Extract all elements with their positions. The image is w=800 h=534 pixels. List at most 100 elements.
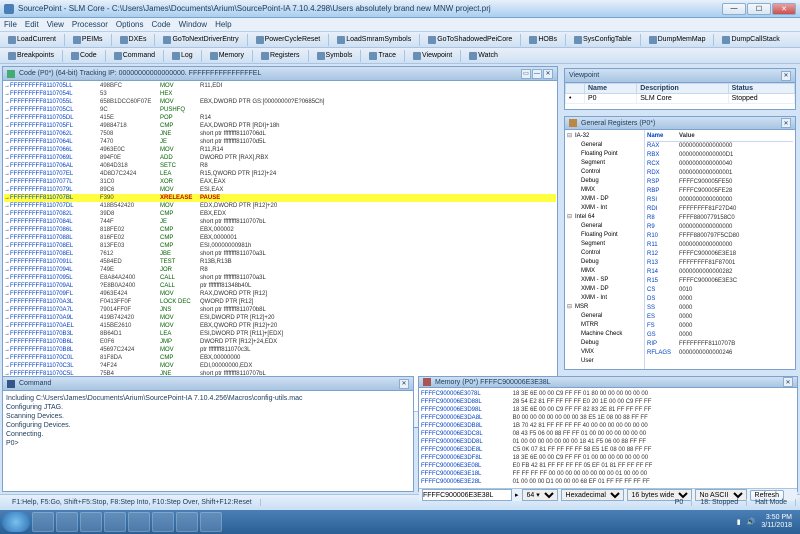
reg-category[interactable]: User: [567, 357, 642, 366]
reg-category[interactable]: Debug: [567, 177, 642, 186]
code-row[interactable]: →FFFFFFFFF81107064L 7470 JE short ptr ff…: [4, 138, 556, 146]
reg-category[interactable]: Control: [567, 249, 642, 258]
reg-category[interactable]: XMM - DP: [567, 285, 642, 294]
reg-category[interactable]: General: [567, 222, 642, 231]
code-row[interactable]: →FFFFFFFFF811070B6L E0F6 JMP DWORD PTR […: [4, 338, 556, 346]
code-row[interactable]: →FFFFFFFFF8110708EL 7612 JBE short ptr f…: [4, 250, 556, 258]
memory-row[interactable]: FFFFC900006E3DA8L B0 00 00 00 00 00 00 0…: [421, 414, 795, 422]
code-row[interactable]: →FFFFFFFFF81107062L 7508 JNE short ptr f…: [4, 130, 556, 138]
register-row[interactable]: RAX0000000000000000: [647, 142, 793, 151]
toolbar-sysconfigtable[interactable]: SysConfigTable: [570, 34, 636, 46]
vp-col[interactable]: [566, 84, 585, 94]
menu-help[interactable]: Help: [215, 20, 231, 29]
panel-close-icon[interactable]: ✕: [781, 118, 791, 128]
viewpoint-table[interactable]: NameDescriptionStatus•P0SLM CoreStopped: [565, 83, 795, 104]
panel-pin-icon[interactable]: ▭: [521, 69, 531, 79]
menu-options[interactable]: Options: [116, 20, 144, 29]
memory-row[interactable]: FFFFC900006E3E18L FF FF FF FF 00 00 00 0…: [421, 470, 795, 478]
code-row[interactable]: →FFFFFFFFF81107091L 4584ED TEST R13B,R13…: [4, 258, 556, 266]
toolbar-peims[interactable]: PEIMs: [69, 34, 107, 46]
menu-code[interactable]: Code: [151, 20, 170, 29]
reg-category[interactable]: Machine Check: [567, 330, 642, 339]
reg-category[interactable]: VMX: [567, 348, 642, 357]
task-item[interactable]: [176, 512, 198, 532]
toolbar-hobs[interactable]: HOBs: [525, 34, 561, 46]
memory-dump[interactable]: FFFFC900006E3078L 18 3E 6E 00 00 C9 FF F…: [419, 388, 797, 488]
command-output[interactable]: Including C:\Users\James\Documents\Arium…: [3, 391, 413, 491]
code-row[interactable]: →FFFFFFFFF8110708EL 813FE03 CMP ESI,0000…: [4, 242, 556, 250]
register-row[interactable]: RBPFFFFC900005FE28: [647, 187, 793, 196]
code-row[interactable]: →FFFFFFFFF81107079L 89C6 MOV ESI,EAX: [4, 186, 556, 194]
reg-category[interactable]: General: [567, 141, 642, 150]
reg-category[interactable]: Control: [567, 168, 642, 177]
windows-taskbar[interactable]: ▮ 🔊 3:50 PM 3/11/2018: [0, 510, 800, 534]
register-row[interactable]: R13FFFFFFFF81F87001: [647, 259, 793, 268]
code-row[interactable]: →FFFFFFFFF8110707EL 4D8D7C2424 LEA R15,Q…: [4, 170, 556, 178]
reg-group[interactable]: IA-32: [567, 132, 642, 141]
code-row[interactable]: →FFFFFFFFF811070A3L F0413FF0F LOCK DEC Q…: [4, 298, 556, 306]
code-row[interactable]: →FFFFFFFFF811070C0L 81F8DA CMP EBX,00000…: [4, 354, 556, 362]
code-row[interactable]: →FFFFFFFFF81107082L 39D8 CMP EBX,EDX: [4, 210, 556, 218]
code-row[interactable]: →FFFFFFFFF81107077L 31C0 XOR EAX,EAX: [4, 178, 556, 186]
toolbar-dxes[interactable]: DXEs: [116, 34, 151, 46]
menu-file[interactable]: File: [4, 20, 17, 29]
code-row[interactable]: →FFFFFFFFF8110705FL 49884718 CMP EAX,DWO…: [4, 122, 556, 130]
register-row[interactable]: R15FFFFC900006E3E3C: [647, 277, 793, 286]
code-row[interactable]: →FFFFFFFFF81107066L 4963E0C MOV R11,R14: [4, 146, 556, 154]
register-row[interactable]: RIPFFFFFFFF8110707B: [647, 340, 793, 349]
menu-window[interactable]: Window: [179, 20, 207, 29]
code-row[interactable]: →FFFFFFFFF81107086L 818FE02 CMP EBX,0000…: [4, 226, 556, 234]
register-row[interactable]: RBX00000000000000D1: [647, 151, 793, 160]
menu-view[interactable]: View: [47, 20, 64, 29]
memory-row[interactable]: FFFFC900006E3DE8L C5 0K 07 81 FF FF FF F…: [421, 446, 795, 454]
task-item[interactable]: [80, 512, 102, 532]
close-button[interactable]: ✕: [772, 3, 796, 15]
panel-close-icon[interactable]: ✕: [543, 69, 553, 79]
reg-category[interactable]: Floating Point: [567, 150, 642, 159]
task-item[interactable]: [128, 512, 150, 532]
registers-tree[interactable]: IA-32GeneralFloating PointSegmentControl…: [565, 130, 645, 369]
reg-category[interactable]: Debug: [567, 339, 642, 348]
tray-network-icon[interactable]: ▮: [737, 518, 741, 526]
code-row[interactable]: →FFFFFFFFF8110705CL 9C PUSHFQ: [4, 106, 556, 114]
vp-row[interactable]: •P0SLM CoreStopped: [566, 94, 795, 104]
reg-category[interactable]: Segment: [567, 159, 642, 168]
code-row[interactable]: →FFFFFFFFF811070B3L 8B64D1 LEA ESI,DWORD…: [4, 330, 556, 338]
reg-category[interactable]: Segment: [567, 240, 642, 249]
reg-category[interactable]: Floating Point: [567, 231, 642, 240]
toolbar-viewpoint[interactable]: Viewpoint: [409, 50, 456, 62]
vp-col[interactable]: Description: [637, 84, 728, 94]
reg-category[interactable]: XMM - Int: [567, 204, 642, 213]
code-row[interactable]: →FFFFFFFFF8110709FL 4963E424 MOV RAX,DWO…: [4, 290, 556, 298]
toolbar-loadsmramsymbols[interactable]: LoadSmramSymbols: [333, 34, 415, 46]
panel-close-icon[interactable]: ✕: [781, 71, 791, 81]
register-row[interactable]: RSPFFFFC900005FE50: [647, 178, 793, 187]
toolbar-gotonextdriverentry[interactable]: GoToNextDriverEntry: [159, 34, 242, 46]
task-item[interactable]: [152, 512, 174, 532]
reg-category[interactable]: MTRR: [567, 321, 642, 330]
task-item[interactable]: [32, 512, 54, 532]
code-row[interactable]: →FFFFFFFFF8110706AL 4084D318 SETC R8: [4, 162, 556, 170]
code-row[interactable]: →FFFFFFFFF8110707BL F390 XRELEASE PAUSE: [4, 194, 556, 202]
toolbar-dumpcallstack[interactable]: DumpCallStack: [718, 34, 783, 46]
code-row[interactable]: →FFFFFFFFF81107095L E8A84A2400 CALL shor…: [4, 274, 556, 282]
toolbar-symbols[interactable]: Symbols: [313, 50, 357, 62]
code-row[interactable]: →FFFFFFFFF8110709AL ?E8B0A2400 CALL ptr …: [4, 282, 556, 290]
memory-row[interactable]: FFFFC900006E3DB8L 1B 70 42 81 FF FF FF F…: [421, 422, 795, 430]
toolbar-powercyclereset[interactable]: PowerCycleReset: [252, 34, 325, 46]
register-row[interactable]: R8 FFFF8800779158C0: [647, 214, 793, 223]
memory-row[interactable]: FFFFC900006E3DF8L 18 3E 6E 00 00 C9 FF F…: [421, 454, 795, 462]
toolbar-memory[interactable]: Memory: [206, 50, 248, 62]
toolbar-breakpoints[interactable]: Breakpoints: [4, 50, 58, 62]
register-row[interactable]: RDX0000000000000001: [647, 169, 793, 178]
memory-row[interactable]: FFFFC900006E3E08L E0 FB 42 81 FF FF FF F…: [421, 462, 795, 470]
maximize-button[interactable]: ☐: [747, 3, 771, 15]
minimize-button[interactable]: —: [722, 3, 746, 15]
register-row[interactable]: DS 0000: [647, 295, 793, 304]
reg-category[interactable]: XMM - SP: [567, 276, 642, 285]
reg-category[interactable]: MMX: [567, 186, 642, 195]
reg-group[interactable]: MSR: [567, 303, 642, 312]
code-row[interactable]: →FFFFFFFFF8110705LL 498BFC MOV R11,EDI: [4, 82, 556, 90]
code-row[interactable]: →FFFFFFFFF8110705DL 415E POP R14: [4, 114, 556, 122]
reg-category[interactable]: XMM - DP: [567, 195, 642, 204]
